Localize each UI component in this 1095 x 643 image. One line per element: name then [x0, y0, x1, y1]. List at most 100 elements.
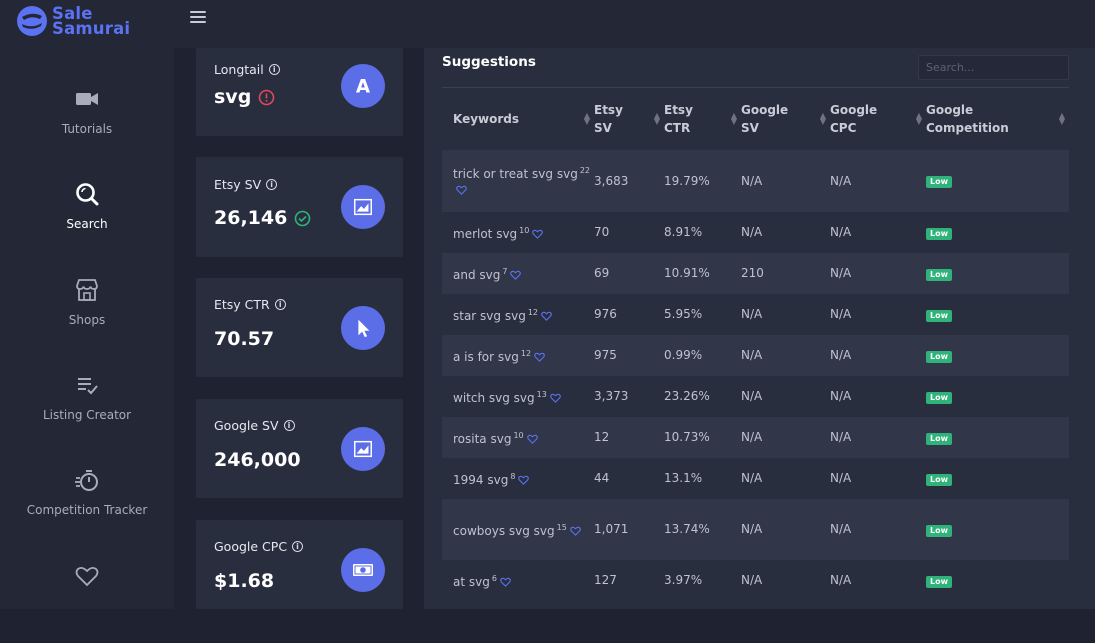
sidebar-item-label: Competition Tracker [26, 503, 148, 517]
heart-icon[interactable] [534, 352, 545, 362]
sidebar-item-search[interactable]: Search [0, 181, 174, 261]
heart-icon[interactable] [500, 577, 511, 587]
logo-line-2: Samurai [52, 19, 131, 38]
menu-toggle-button[interactable] [190, 11, 206, 25]
keyword-count: 10 [519, 225, 530, 235]
competition-cell: Low [926, 560, 1069, 601]
heart-icon[interactable] [510, 270, 522, 280]
stat-card-value: svg [214, 86, 275, 108]
trend-chart-icon [341, 185, 385, 229]
stat-card-longtail: Longtail i svg A [196, 48, 403, 136]
competition-cell: Low [926, 150, 1069, 212]
keyword-count: 12 [527, 307, 539, 317]
keyword-count: 22 [579, 166, 590, 175]
heart-icon[interactable] [526, 434, 538, 444]
logo[interactable]: Sale Samurai [16, 3, 166, 39]
heart-icon[interactable] [532, 229, 544, 239]
info-icon[interactable]: i [274, 299, 286, 310]
competition-badge: Low [926, 391, 952, 404]
keyword-text[interactable]: rosita svg [453, 432, 511, 446]
stat-card-value-text: $1.68 [214, 570, 275, 592]
sidebar-item-shops[interactable]: Shops [0, 277, 174, 357]
table-row: cowboys svg svg 15 1,071 13.74% N/A N/A L… [442, 498, 1069, 560]
heart-icon[interactable] [550, 393, 561, 403]
sidebar-item-competition-tracker[interactable]: Competition Tracker [0, 467, 174, 547]
column-header-google-sv[interactable]: Google SV ▲ ▼ [741, 88, 830, 150]
keyword-text[interactable]: star svg svg [453, 309, 526, 323]
google-sv-cell: N/A [741, 430, 763, 444]
keyword-text[interactable]: and svg [453, 268, 500, 282]
column-header-label: SV [741, 120, 759, 135]
google-sv-cell: N/A [741, 471, 763, 485]
keyword-count: 12 [520, 348, 532, 358]
google-cpc-cell: N/A [830, 522, 852, 536]
table-search-input[interactable] [918, 55, 1069, 80]
alert-icon [258, 89, 275, 105]
keyword-text[interactable]: cowboys svg svg [453, 524, 555, 538]
logo-text: Sale Samurai [52, 5, 131, 38]
google-sv-cell: N/A [741, 348, 763, 362]
trend-chart-icon [341, 427, 385, 471]
table-row: merlot svg 10 70 8.91% N/A N/A Low [442, 211, 1069, 253]
table-header-row: Keywords ▲ ▼ Etsy SV ▲ ▼ Etsy CTR ▲ ▼ Goo [442, 87, 1069, 150]
list-check-icon [78, 378, 98, 395]
sort-icon: ▲ ▼ [653, 110, 660, 126]
letter-a-icon: A [341, 64, 385, 108]
column-header-label: Etsy [594, 102, 623, 117]
info-icon[interactable]: i [266, 179, 278, 190]
google-cpc-cell: N/A [830, 173, 852, 188]
keyword-text[interactable]: 1994 svg [453, 473, 508, 487]
keyword-text[interactable]: merlot svg [453, 227, 517, 241]
info-icon[interactable]: i [283, 420, 295, 431]
stat-card-value: 246,000 [214, 449, 301, 471]
google-cpc-cell: N/A [830, 348, 852, 362]
sort-icon: ▲ ▼ [819, 110, 826, 126]
heart-icon[interactable] [518, 475, 530, 485]
heart-icon[interactable] [541, 311, 552, 321]
heart-icon [75, 566, 99, 587]
etsy-ctr-cell: 23.26% [664, 389, 710, 403]
column-header-label: Keywords [453, 111, 520, 126]
table-row: witch svg svg 13 3,373 23.26% N/A N/A Low [442, 375, 1069, 417]
competition-cell: Low [926, 335, 1069, 376]
etsy-sv-cell: 127 [594, 573, 617, 587]
keyword-text[interactable]: a is for svg [453, 350, 519, 364]
google-sv-cell: N/A [741, 573, 763, 587]
panel-title: Suggestions [442, 54, 536, 70]
etsy-ctr-cell: 13.74% [664, 522, 710, 536]
keyword-text[interactable]: at svg [453, 575, 490, 589]
column-header-google-competition[interactable]: Google Competition ▲ ▼ [926, 88, 1069, 150]
info-icon[interactable]: i [268, 64, 280, 75]
column-header-etsy-ctr[interactable]: Etsy CTR ▲ ▼ [664, 88, 741, 150]
google-cpc-cell: N/A [830, 573, 852, 587]
stat-card-value-text: svg [214, 86, 252, 108]
table-row: star svg svg 12 976 5.95% N/A N/A Low [442, 293, 1069, 335]
heart-icon[interactable] [456, 185, 467, 195]
column-header-google-cpc[interactable]: Google CPC ▲ ▼ [830, 88, 926, 150]
keyword-text[interactable]: trick or treat svg svg [453, 167, 578, 181]
etsy-sv-cell: 3,373 [594, 389, 629, 403]
heart-icon[interactable] [570, 526, 581, 536]
etsy-ctr-cell: 13.1% [664, 471, 703, 485]
column-header-label: CPC [830, 120, 857, 135]
competition-badge: Low [926, 227, 952, 240]
google-cpc-cell: N/A [830, 471, 852, 485]
stat-card-google-cpc: Google CPC i $1.68 [196, 520, 403, 609]
keyword-text[interactable]: witch svg svg [453, 391, 535, 405]
sidebar-item-listing-creator[interactable]: Listing Creator [0, 372, 174, 452]
sidebar-item-favorites[interactable] [0, 563, 174, 643]
column-header-etsy-sv[interactable]: Etsy SV ▲ ▼ [594, 88, 664, 150]
competition-badge: Low [926, 268, 952, 281]
sidebar-item-tutorials[interactable]: Tutorials [0, 86, 174, 166]
etsy-ctr-cell: 3.97% [664, 573, 703, 587]
competition-cell: Low [926, 417, 1069, 458]
stat-card-label: Etsy SV i [214, 177, 278, 192]
column-header-keywords[interactable]: Keywords ▲ ▼ [442, 88, 594, 150]
competition-badge: Low [926, 350, 952, 363]
info-icon[interactable]: i [292, 541, 304, 552]
table-row: a is for svg 12 975 0.99% N/A N/A Low [442, 334, 1069, 376]
etsy-ctr-cell: 10.91% [664, 266, 710, 280]
competition-badge: Low [926, 575, 952, 588]
etsy-sv-cell: 69 [594, 266, 610, 280]
stat-card-value-text: 70.57 [214, 328, 275, 350]
